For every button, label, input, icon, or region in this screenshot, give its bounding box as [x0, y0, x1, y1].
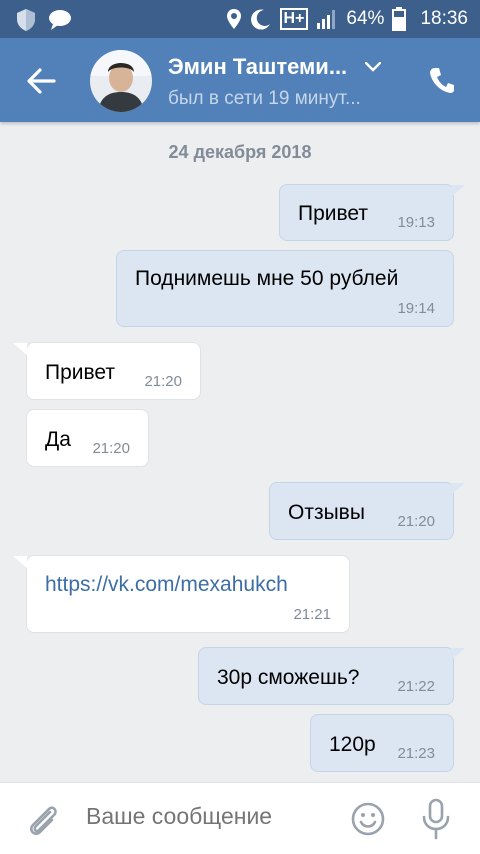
message-list[interactable]: 24 декабря 2018 Привет 19:13 Поднимешь м…	[0, 122, 480, 782]
chat-header: Эмин Таштеми... был в сети 19 минут...	[0, 38, 480, 122]
message-composer	[0, 782, 480, 854]
battery-percent: 64%	[346, 8, 385, 29]
status-bar: H+ 64% 18:36	[0, 0, 480, 38]
message-text: Поднимешь мне 50 рублей	[135, 267, 399, 290]
message-text: Привет	[45, 361, 116, 384]
contact-name[interactable]: Эмин Таштеми...	[168, 54, 347, 80]
message-bubble-outgoing[interactable]: Поднимешь мне 50 рублей 19:14	[116, 250, 454, 327]
battery-icon	[392, 7, 407, 31]
microphone-icon	[422, 798, 450, 840]
message-bubble-outgoing[interactable]: Отзывы 21:20	[269, 482, 465, 540]
message-bubble-outgoing[interactable]: Привет 19:13	[279, 184, 465, 241]
message-text: Да	[45, 428, 71, 451]
message-bubble-incoming[interactable]: Да 21:20	[26, 409, 149, 467]
message-time: 19:14	[397, 300, 435, 317]
arrow-left-icon	[27, 68, 56, 94]
call-button[interactable]	[424, 62, 460, 98]
emoji-button[interactable]	[350, 801, 386, 837]
signal-icon	[316, 8, 338, 30]
voice-message-button[interactable]	[420, 797, 452, 841]
last-seen-status: был в сети 19 минут...	[168, 88, 361, 109]
message-time: 21:23	[397, 745, 435, 762]
message-time: 21:20	[397, 513, 435, 530]
do-not-disturb-moon-icon	[250, 8, 272, 30]
avatar[interactable]	[90, 50, 152, 112]
message-text: 120р	[329, 733, 376, 756]
message-link[interactable]: https://vk.com/mexahukch	[45, 572, 288, 598]
phone-icon	[430, 68, 454, 93]
chat-notification-icon	[48, 9, 72, 31]
message-bubble-outgoing[interactable]: 30р сможешь? 21:22	[198, 647, 465, 705]
network-type-icon: H+	[279, 8, 309, 30]
bubble-tail	[451, 483, 465, 497]
smiley-icon	[351, 802, 385, 836]
message-bubble-incoming[interactable]: https://vk.com/mexahukch 21:21	[13, 555, 350, 633]
paperclip-icon	[30, 806, 57, 835]
location-icon	[226, 8, 242, 30]
message-time: 21:20	[144, 373, 182, 390]
date-separator: 24 декабря 2018	[168, 142, 312, 162]
bubble-tail	[451, 648, 465, 662]
bubble-tail	[13, 343, 27, 357]
bubble-tail	[13, 556, 27, 570]
message-text: Отзывы	[288, 501, 365, 524]
shield-icon	[16, 8, 36, 32]
message-bubble-outgoing[interactable]: 120р 21:23	[310, 714, 454, 772]
bubble-tail	[451, 185, 465, 199]
message-text: 30р сможешь?	[217, 666, 360, 689]
message-input[interactable]	[86, 803, 326, 830]
message-time: 21:22	[397, 678, 435, 695]
message-text: Привет	[298, 202, 369, 225]
message-time: 21:21	[293, 606, 331, 623]
message-time: 19:13	[397, 214, 435, 231]
chevron-down-icon[interactable]	[365, 62, 382, 72]
attach-button[interactable]	[24, 799, 60, 839]
clock: 18:36	[420, 8, 468, 29]
back-button[interactable]	[20, 60, 62, 102]
message-bubble-incoming[interactable]: Привет 21:20	[13, 342, 201, 400]
message-time: 21:20	[92, 440, 130, 457]
